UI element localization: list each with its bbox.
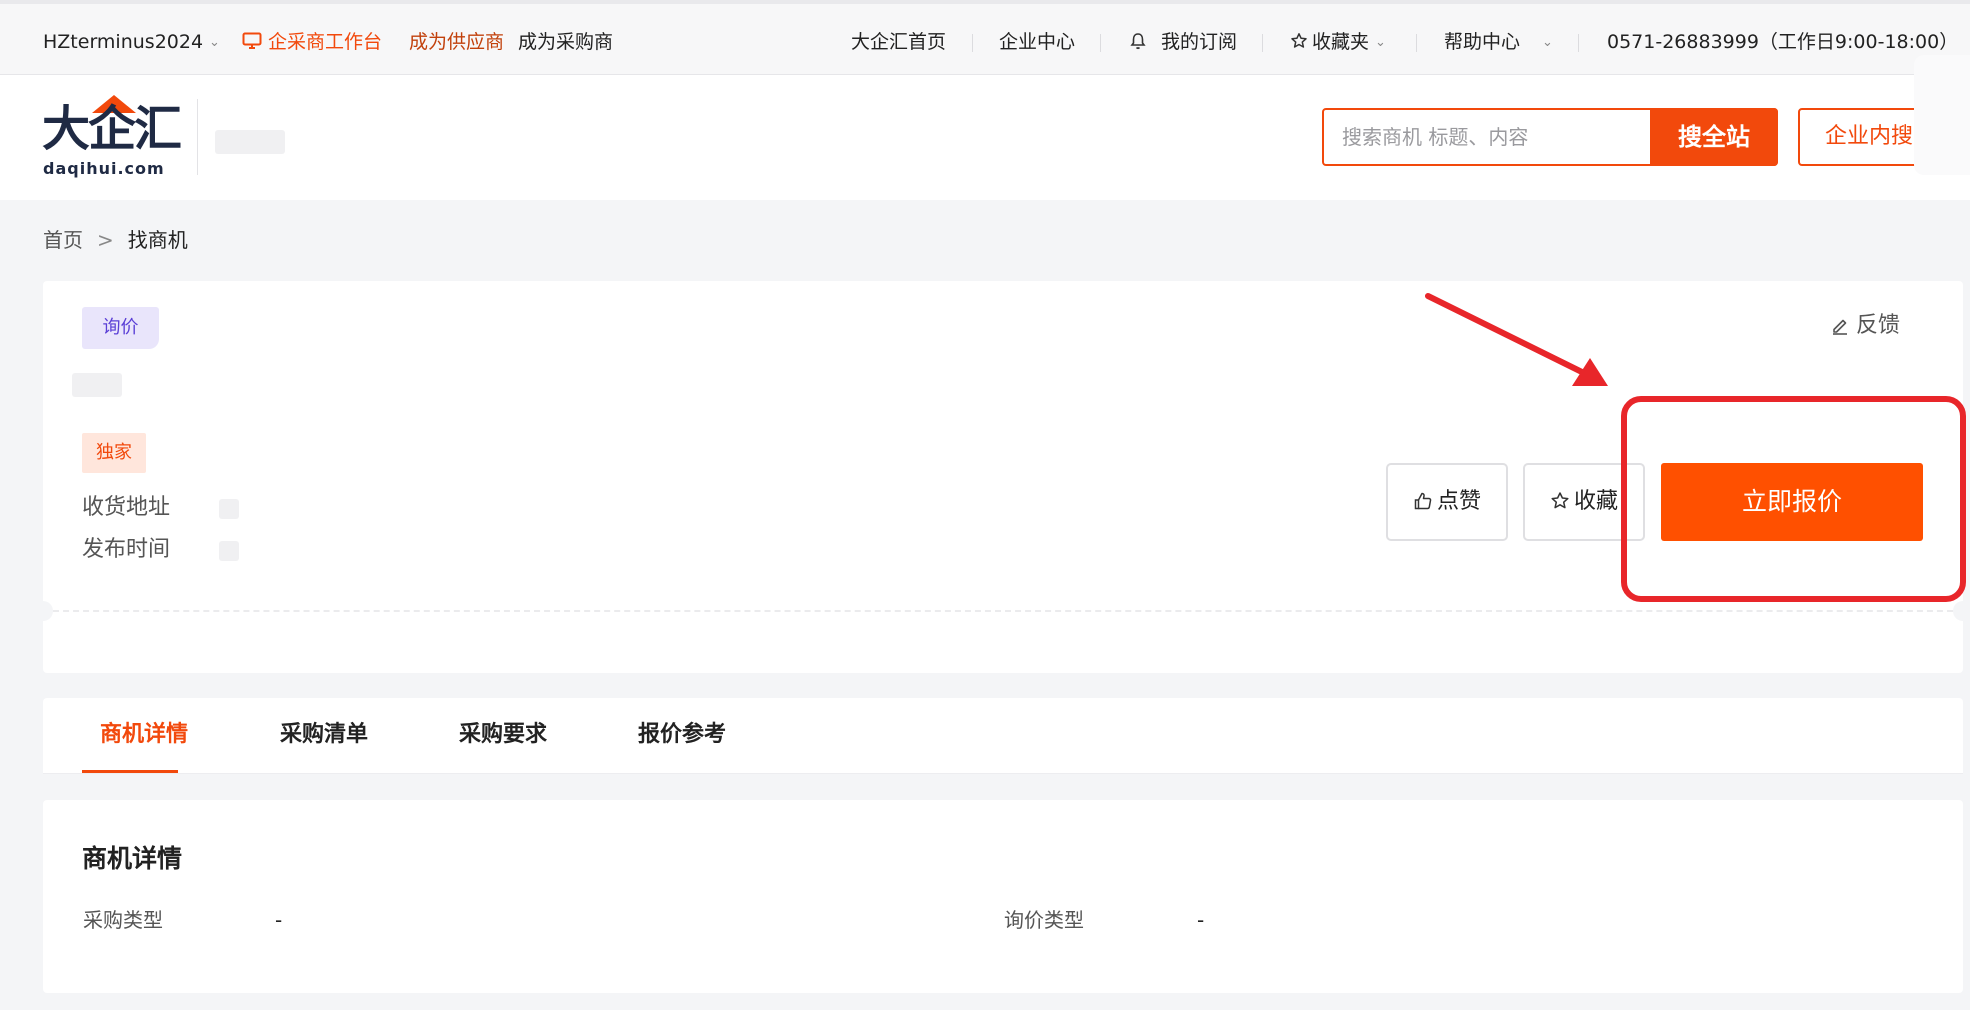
logo-text: 大企汇	[42, 101, 182, 157]
breadcrumb-separator: >	[97, 228, 114, 252]
divider	[972, 34, 973, 52]
company-name-redacted	[215, 130, 285, 154]
ticket-notch-left	[33, 601, 53, 621]
favorites-label: 收藏夹	[1312, 31, 1370, 53]
annotation-highlight-box	[1621, 396, 1966, 602]
tab-purchase-requirements[interactable]: 采购要求	[459, 720, 547, 750]
enterprise-center-link[interactable]: 企业中心	[999, 28, 1075, 56]
detail-tabs: 商机详情 采购清单 采购要求 报价参考	[43, 698, 1963, 774]
logo-divider	[197, 99, 198, 175]
like-label: 点赞	[1436, 489, 1481, 514]
purchase-type-label: 采购类型	[83, 908, 163, 932]
side-panel-edge	[1914, 55, 1970, 175]
edit-icon	[1833, 319, 1847, 335]
inquiry-type-value: -	[1197, 908, 1205, 932]
inquiry-type-tag: 询价	[82, 307, 159, 349]
search-input[interactable]	[1326, 112, 1646, 162]
active-tab-indicator	[82, 770, 178, 773]
inquiry-type-label: 询价类型	[1004, 908, 1084, 932]
exclusive-tag: 独家	[82, 433, 146, 473]
divider	[1578, 34, 1579, 52]
feedback-link[interactable]: 反馈	[1830, 311, 1900, 341]
search-box: 搜全站	[1322, 108, 1778, 166]
service-phone: 0571-26883999（工作日9:00-18:00）	[1607, 31, 1959, 53]
bell-icon	[1130, 33, 1146, 50]
subscriptions-link[interactable]: 我的订阅	[1129, 28, 1237, 56]
tab-purchase-list[interactable]: 采购清单	[280, 720, 368, 750]
section-title: 商机详情	[82, 844, 183, 873]
breadcrumb-current: 找商机	[127, 228, 188, 252]
annotation-arrow	[1425, 293, 1608, 386]
logo-domain: daqihui.com	[43, 159, 165, 178]
feedback-label: 反馈	[1856, 313, 1901, 338]
publish-time-label: 发布时间	[82, 537, 171, 562]
ticket-notch-right	[1953, 601, 1970, 621]
become-supplier-link[interactable]: 成为供应商	[409, 28, 504, 56]
favorite-label: 收藏	[1573, 489, 1618, 514]
publish-time-redacted	[219, 541, 239, 561]
thumbs-up-icon	[1414, 492, 1432, 510]
star-icon	[1291, 33, 1307, 48]
monitor-icon	[242, 32, 262, 49]
subscriptions-label: 我的订阅	[1161, 31, 1238, 53]
divider	[1416, 34, 1417, 52]
breadcrumb: 首页 > 找商机	[43, 226, 188, 254]
help-center-menu[interactable]: 帮助中心 ⌄	[1444, 28, 1553, 57]
favorites-menu[interactable]: 收藏夹 ⌄	[1290, 28, 1386, 57]
purchase-type-value: -	[275, 908, 283, 932]
divider	[1262, 34, 1263, 52]
dashed-divider	[43, 610, 1963, 612]
become-buyer-link[interactable]: 成为采购商	[518, 28, 613, 56]
opportunity-details-section: 商机详情 采购类型 - 询价类型 -	[43, 800, 1963, 993]
opportunity-title-redacted	[72, 373, 122, 397]
site-logo[interactable]: 大企汇 daqihui.com	[42, 95, 182, 178]
like-button[interactable]: 点赞	[1386, 463, 1508, 541]
search-site-button[interactable]: 搜全站	[1650, 108, 1778, 166]
star-icon	[1551, 492, 1569, 509]
breadcrumb-home[interactable]: 首页	[43, 228, 83, 252]
help-center-label: 帮助中心	[1444, 31, 1521, 53]
chevron-down-icon: ⌄	[1542, 35, 1553, 50]
tab-quote-reference[interactable]: 报价参考	[638, 720, 726, 750]
delivery-address-label: 收货地址	[82, 495, 171, 520]
workbench-label: 企采商工作台	[268, 31, 383, 53]
workbench-link[interactable]: 企采商工作台	[242, 28, 382, 56]
home-link[interactable]: 大企汇首页	[851, 28, 946, 56]
chevron-down-icon: ⌄	[209, 35, 220, 50]
site-header: 大企汇 daqihui.com 搜全站 企业内搜索	[0, 75, 1970, 200]
delivery-address-redacted	[219, 499, 239, 519]
user-menu[interactable]: HZterminus2024 ⌄	[43, 28, 220, 57]
chevron-down-icon: ⌄	[1375, 35, 1386, 50]
user-name: HZterminus2024	[43, 31, 204, 53]
top-utility-bar: HZterminus2024 ⌄ 企采商工作台 成为供应商 成为采购商 大企汇首页…	[0, 0, 1970, 75]
tab-opportunity-details[interactable]: 商机详情	[100, 720, 188, 750]
divider	[1100, 34, 1101, 52]
